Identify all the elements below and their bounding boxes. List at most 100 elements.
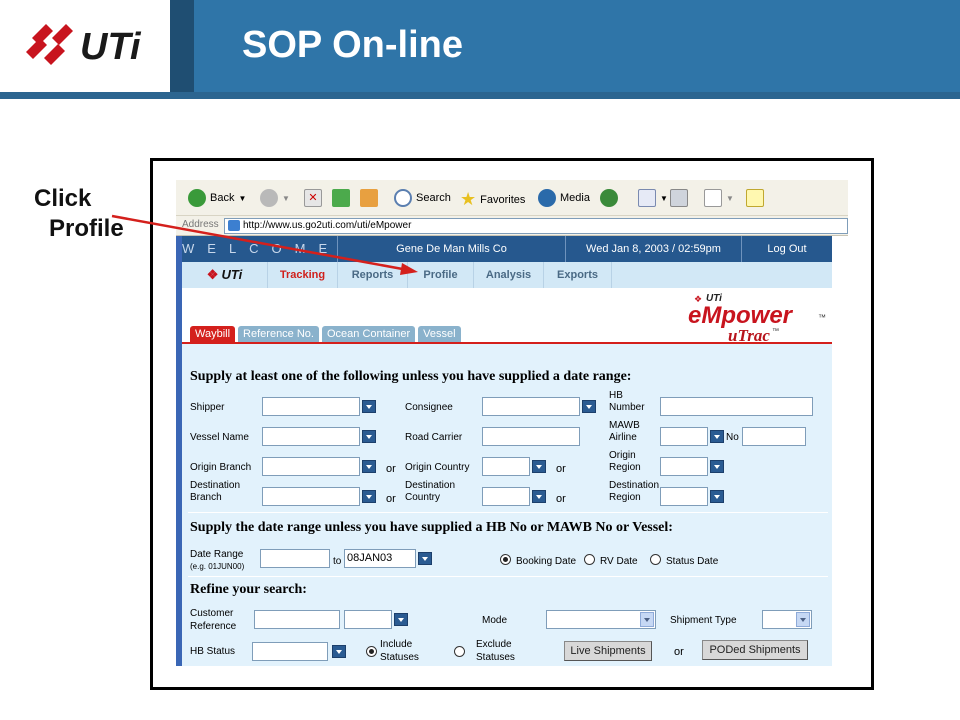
mawb-number-input[interactable] [742, 427, 806, 446]
forward-arrow-icon [260, 189, 278, 207]
shipper-dropdown[interactable] [362, 400, 376, 413]
welcome-bar: WELCOME Gene De Man Mills Co Wed Jan 8, … [182, 236, 832, 262]
dest-branch-dropdown[interactable] [362, 490, 376, 503]
edit-button[interactable]: ▼ [704, 189, 734, 207]
mode-select[interactable] [546, 610, 656, 629]
uti-logo-icon [26, 24, 73, 65]
home-button[interactable] [360, 189, 378, 207]
nav-profile[interactable]: Profile [408, 262, 474, 288]
cust-ref-label-2: Reference [190, 621, 237, 632]
dest-country-dropdown[interactable] [532, 490, 546, 503]
cust-ref-label-1: Customer [190, 608, 234, 619]
vessel-name-input[interactable] [262, 427, 360, 446]
origin-region-input[interactable] [660, 457, 708, 476]
date-example-label: (e.g. 01JUN00) [190, 562, 245, 571]
user-name: Gene De Man Mills Co [338, 236, 566, 262]
mawb-airline-dropdown[interactable] [710, 430, 724, 443]
header-underline [0, 92, 960, 99]
hb-status-input[interactable] [252, 642, 328, 661]
chevron-down-icon: ▼ [282, 193, 290, 203]
back-label: Back [210, 192, 235, 204]
origin-country-input[interactable] [482, 457, 530, 476]
exclude-statuses-radio[interactable] [454, 646, 465, 657]
browser-toolbar: Back ▼ ▼ ✕ Search ★ Favorites Media ▼ ▼ [176, 180, 848, 216]
booking-date-radio[interactable] [500, 554, 511, 565]
search-button[interactable]: Search [394, 189, 451, 207]
history-button[interactable] [600, 189, 618, 207]
mawb-airline-input[interactable] [660, 427, 708, 446]
shipment-type-select[interactable] [762, 610, 812, 629]
date-from-input[interactable] [260, 549, 330, 568]
address-input[interactable]: http://www.us.go2uti.com/uti/eMpower [224, 218, 848, 234]
dest-country-input[interactable] [482, 487, 530, 506]
favorites-button[interactable]: ★ Favorites [460, 189, 525, 210]
road-carrier-label: Road Carrier [405, 432, 463, 443]
forward-button[interactable]: ▼ [260, 189, 290, 207]
origin-branch-dropdown[interactable] [362, 460, 376, 473]
cust-ref-input-2[interactable] [344, 610, 392, 629]
callout-text: Click Profile [34, 184, 124, 244]
origin-country-dropdown[interactable] [532, 460, 546, 473]
slide-title: SOP On-line [242, 24, 464, 66]
tab-waybill[interactable]: Waybill [190, 326, 236, 342]
dest-region-dropdown[interactable] [710, 490, 724, 503]
origin-region-dropdown[interactable] [710, 460, 724, 473]
shipment-type-label: Shipment Type [670, 615, 737, 626]
print-button[interactable] [670, 189, 688, 207]
nav-analysis[interactable]: Analysis [474, 262, 544, 288]
nav-reports[interactable]: Reports [338, 262, 408, 288]
origin-branch-input[interactable] [262, 457, 360, 476]
hb-status-dropdown[interactable] [332, 645, 346, 658]
date-to-dropdown[interactable] [418, 552, 432, 565]
road-carrier-input[interactable] [482, 427, 580, 446]
live-shipments-button[interactable]: Live Shipments [564, 641, 652, 661]
search-label: Search [416, 192, 451, 204]
dest-region-input[interactable] [660, 487, 708, 506]
hb-status-label: HB Status [190, 646, 236, 657]
nav-exports[interactable]: Exports [544, 262, 612, 288]
dest-branch-input[interactable] [262, 487, 360, 506]
star-icon: ★ [460, 189, 477, 209]
shipper-input[interactable] [262, 397, 360, 416]
mawb-label-1: MAWB [609, 420, 640, 431]
nav-logo-text: UTi [221, 267, 243, 282]
origin-region-label-1: Origin [609, 450, 636, 461]
status-date-radio[interactable] [650, 554, 661, 565]
vessel-name-label: Vessel Name [190, 432, 249, 443]
refresh-icon [332, 189, 350, 207]
date-to-label: to [333, 556, 342, 567]
stop-button[interactable]: ✕ [304, 189, 322, 207]
section-heading-refine: Refine your search: [190, 582, 307, 597]
chevron-down-icon: ▼ [660, 193, 668, 203]
brand-trademark: ™ [818, 313, 826, 322]
nav-tracking[interactable]: Tracking [268, 262, 338, 288]
origin-branch-label: Origin Branch [190, 462, 252, 473]
tab-reference-no[interactable]: Reference No. [238, 326, 319, 342]
back-button[interactable]: Back ▼ [188, 189, 246, 207]
consignee-input[interactable] [482, 397, 580, 416]
refresh-button[interactable] [332, 189, 350, 207]
messenger-button[interactable] [746, 189, 764, 207]
address-label: Address [182, 219, 219, 230]
date-to-input[interactable]: 08JAN03 [344, 549, 416, 568]
print-icon [670, 189, 688, 207]
poded-shipments-button[interactable]: PODed Shipments [702, 640, 808, 660]
hb-number-label-1: HB [609, 390, 623, 401]
include-label-1: Include [380, 639, 413, 650]
include-statuses-radio[interactable] [366, 646, 377, 657]
tab-vessel[interactable]: Vessel [418, 326, 461, 342]
media-button[interactable]: Media [538, 189, 590, 207]
rv-date-radio[interactable] [584, 554, 595, 565]
cust-ref-dropdown[interactable] [394, 613, 408, 626]
logout-link[interactable]: Log Out [742, 236, 832, 262]
consignee-dropdown[interactable] [582, 400, 596, 413]
shipper-label: Shipper [190, 402, 225, 413]
cust-ref-input-1[interactable] [254, 610, 340, 629]
brand-utrac-trademark: ™ [772, 328, 779, 335]
dest-country-label-1: Destination [405, 480, 456, 491]
tab-ocean-container[interactable]: Ocean Container [321, 326, 416, 342]
section-heading-date: Supply the date range unless you have su… [190, 520, 673, 535]
vessel-name-dropdown[interactable] [362, 430, 376, 443]
mail-button[interactable]: ▼ [638, 189, 668, 207]
hb-number-input[interactable] [660, 397, 813, 416]
